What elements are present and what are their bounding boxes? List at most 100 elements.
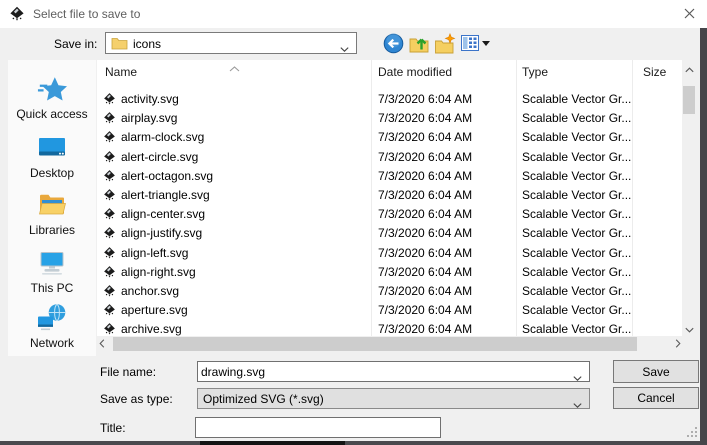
file-row[interactable]: alert-triangle.svg 7/3/2020 6:04 AM Scal… (97, 185, 682, 205)
scroll-right-icon[interactable] (675, 338, 687, 350)
file-date-modified: 7/3/2020 6:04 AM (378, 111, 472, 125)
this-pc-icon (8, 248, 96, 278)
network-globe-icon (8, 303, 96, 333)
libraries-folder-icon (8, 190, 96, 220)
file-row[interactable]: activity.svg 7/3/2020 6:04 AM Scalable V… (97, 89, 682, 109)
file-row[interactable]: align-center.svg 7/3/2020 6:04 AM Scalab… (97, 204, 682, 224)
inkscape-file-icon (103, 207, 116, 224)
save-in-location: icons (133, 37, 161, 51)
title-input[interactable] (199, 419, 435, 436)
inkscape-file-icon (103, 246, 116, 263)
scroll-down-icon[interactable] (682, 322, 696, 334)
file-type: Scalable Vector Gr... (522, 207, 631, 221)
save-button[interactable]: Save (613, 360, 699, 383)
dialog-title: Select file to save to (33, 7, 140, 21)
folder-new-icon (434, 43, 456, 58)
sidebar-item-label: Quick access (8, 107, 96, 121)
up-one-level-button[interactable] (407, 33, 431, 55)
background-app-edge (200, 441, 345, 445)
back-button[interactable] (381, 33, 405, 55)
file-row[interactable]: airplay.svg 7/3/2020 6:04 AM Scalable Ve… (97, 108, 682, 128)
horizontal-scrollbar-thumb[interactable] (113, 337, 637, 351)
sidebar-item-quick-access[interactable]: Quick access (8, 74, 96, 121)
file-date-modified: 7/3/2020 6:04 AM (378, 226, 472, 240)
quick-access-star-icon (8, 74, 96, 104)
chevron-down-icon (573, 397, 582, 411)
file-name: anchor.svg (121, 284, 179, 298)
title-field[interactable] (195, 417, 441, 438)
file-name: activity.svg (121, 92, 179, 106)
resize-grip[interactable] (687, 427, 698, 441)
file-name: alert-octagon.svg (121, 169, 213, 183)
file-name: archive.svg (121, 322, 182, 336)
file-date-modified: 7/3/2020 6:04 AM (378, 265, 472, 279)
save-in-combobox[interactable]: icons (105, 32, 357, 54)
save-in-label: Save in: (54, 37, 97, 51)
file-date-modified: 7/3/2020 6:04 AM (378, 322, 472, 336)
view-menu-dropdown-icon[interactable] (482, 41, 490, 50)
file-name: align-left.svg (121, 246, 188, 260)
file-row[interactable]: align-left.svg 7/3/2020 6:04 AM Scalable… (97, 243, 682, 263)
file-list-pane: Name Date modified Type Size activity.sv… (97, 60, 696, 352)
save-as-type-label: Save as type: (100, 392, 173, 406)
file-type: Scalable Vector Gr... (522, 226, 631, 240)
file-type: Scalable Vector Gr... (522, 130, 631, 144)
file-name: alert-circle.svg (121, 150, 198, 164)
file-type: Scalable Vector Gr... (522, 111, 631, 125)
horizontal-scrollbar[interactable] (97, 336, 696, 352)
file-name: aperture.svg (121, 303, 188, 317)
file-name-input[interactable] (201, 363, 568, 380)
inkscape-file-icon (103, 188, 116, 205)
file-type: Scalable Vector Gr... (522, 246, 631, 260)
file-type: Scalable Vector Gr... (522, 265, 631, 279)
file-date-modified: 7/3/2020 6:04 AM (378, 246, 472, 260)
scroll-up-icon[interactable] (682, 62, 696, 74)
background-app-edge (700, 28, 707, 445)
file-name: airplay.svg (121, 111, 177, 125)
file-row[interactable]: align-right.svg 7/3/2020 6:04 AM Scalabl… (97, 262, 682, 282)
file-row[interactable]: alert-circle.svg 7/3/2020 6:04 AM Scalab… (97, 147, 682, 167)
file-name: alarm-clock.svg (121, 130, 204, 144)
title-bar[interactable]: Select file to save to (0, 0, 707, 28)
file-type: Scalable Vector Gr... (522, 303, 631, 317)
file-row[interactable]: alarm-clock.svg 7/3/2020 6:04 AM Scalabl… (97, 127, 682, 147)
file-row[interactable]: alert-octagon.svg 7/3/2020 6:04 AM Scala… (97, 166, 682, 186)
file-name: align-center.svg (121, 207, 205, 221)
save-as-type-value: Optimized SVG (*.svg) (203, 392, 324, 406)
inkscape-file-icon (103, 322, 116, 336)
inkscape-file-icon (103, 111, 116, 128)
file-date-modified: 7/3/2020 6:04 AM (378, 150, 472, 164)
sidebar-item-label: Network (8, 336, 96, 350)
file-date-modified: 7/3/2020 6:04 AM (378, 130, 472, 144)
cancel-button[interactable]: Cancel (613, 387, 699, 409)
file-name-label: File name: (100, 365, 156, 379)
close-button[interactable] (672, 0, 707, 28)
file-date-modified: 7/3/2020 6:04 AM (378, 92, 472, 106)
close-icon (684, 7, 695, 22)
file-type: Scalable Vector Gr... (522, 150, 631, 164)
view-menu-button[interactable] (458, 33, 482, 55)
save-as-type-dropdown[interactable]: Optimized SVG (*.svg) (197, 388, 590, 409)
file-name-combobox[interactable] (197, 361, 590, 382)
file-row[interactable]: anchor.svg 7/3/2020 6:04 AM Scalable Vec… (97, 281, 682, 301)
back-arrow-icon (383, 42, 404, 57)
vertical-scrollbar[interactable] (682, 60, 696, 336)
file-row[interactable]: archive.svg 7/3/2020 6:04 AM Scalable Ve… (97, 319, 682, 336)
background-app-edge (0, 441, 700, 445)
file-row[interactable]: aperture.svg 7/3/2020 6:04 AM Scalable V… (97, 300, 682, 320)
sidebar-item-desktop[interactable]: Desktop (8, 133, 96, 180)
vertical-scrollbar-thumb[interactable] (683, 86, 695, 114)
sidebar-item-libraries[interactable]: Libraries (8, 190, 96, 237)
scroll-left-icon[interactable] (99, 338, 111, 350)
sidebar-item-network[interactable]: Network (8, 303, 96, 350)
chevron-down-icon (340, 41, 349, 55)
file-rows: activity.svg 7/3/2020 6:04 AM Scalable V… (97, 60, 682, 336)
inkscape-file-icon (103, 169, 116, 186)
file-type: Scalable Vector Gr... (522, 188, 631, 202)
sidebar-item-label: Desktop (8, 166, 96, 180)
file-type: Scalable Vector Gr... (522, 92, 631, 106)
file-row[interactable]: align-justify.svg 7/3/2020 6:04 AM Scala… (97, 223, 682, 243)
file-date-modified: 7/3/2020 6:04 AM (378, 207, 472, 221)
sidebar-item-this-pc[interactable]: This PC (8, 248, 96, 295)
create-new-folder-button[interactable] (433, 33, 457, 55)
